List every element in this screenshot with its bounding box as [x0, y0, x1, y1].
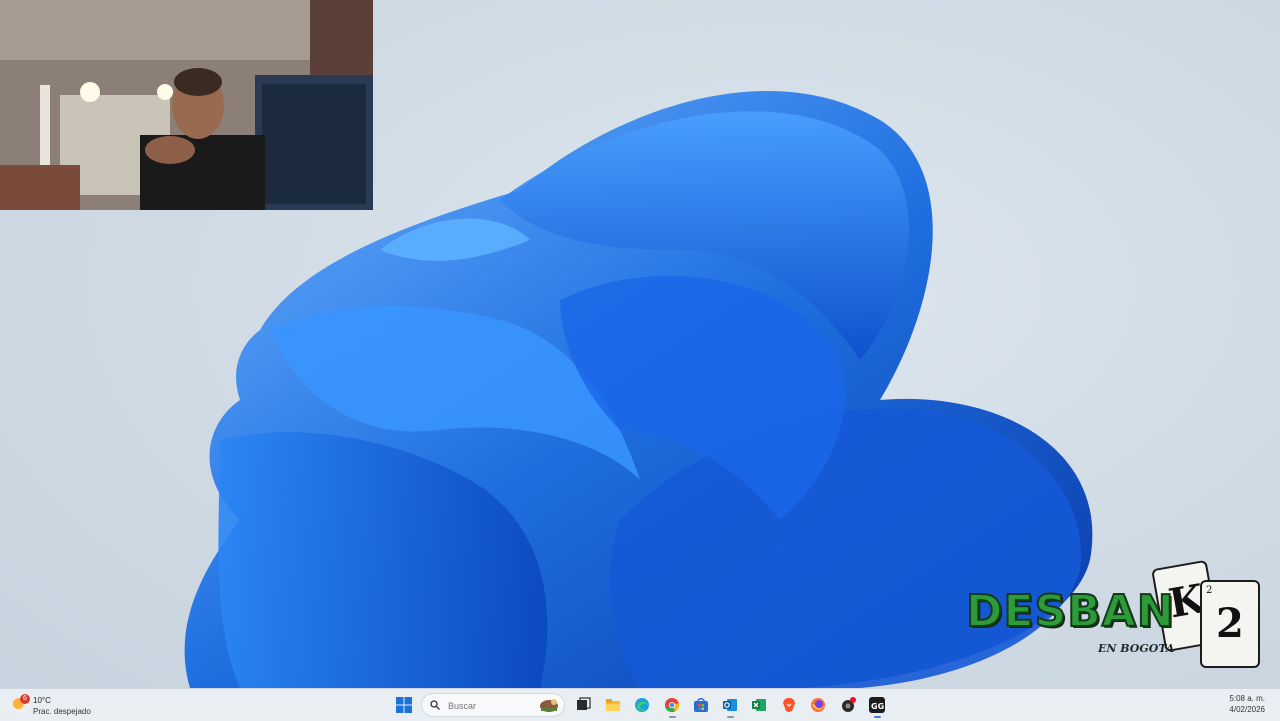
running-indicator [727, 716, 734, 718]
running-indicator [669, 716, 676, 718]
search-icon [430, 700, 440, 710]
weather-widget[interactable]: 6 10°C Prac. despejado [12, 692, 122, 718]
app-record-icon[interactable] [840, 697, 856, 713]
store-icon[interactable] [693, 697, 709, 713]
weather-description: Prac. despejado [33, 707, 91, 716]
task-view-icon[interactable] [575, 697, 591, 713]
search-highlight-icon [540, 699, 558, 712]
watermark-title: DESBAN [965, 585, 1175, 638]
active-indicator [874, 716, 881, 718]
svg-text:GG: GG [871, 702, 884, 711]
windows-start-icon[interactable] [396, 697, 412, 713]
edge-icon[interactable] [634, 697, 650, 713]
webcam-image [0, 0, 373, 210]
search-input[interactable] [446, 698, 530, 714]
notification-badge: 6 [20, 694, 30, 704]
chrome-icon[interactable] [664, 697, 680, 718]
watermark-subtitle: EN BOGOTA [1098, 642, 1175, 655]
taskbar: 6 10°C Prac. despejado Buscar GG 5:08 a.… [0, 688, 1280, 721]
outlook-icon[interactable] [722, 697, 738, 718]
file-explorer-icon[interactable] [605, 697, 621, 713]
clock-time: 5:08 a. m. [1229, 694, 1265, 703]
watermark-logo: K 2 2 DESBAN EN BOGOTA [962, 559, 1262, 670]
weather-temperature: 10°C [33, 696, 51, 705]
playing-card-2: 2 2 [1200, 580, 1260, 668]
system-clock[interactable]: 5:08 a. m. 4/02/2026 [1229, 693, 1265, 715]
webcam-overlay [0, 0, 373, 210]
excel-icon[interactable] [751, 697, 767, 713]
brave-icon[interactable] [781, 697, 797, 713]
card-2-rank: 2 [1216, 600, 1244, 647]
card-2-corner: 2 [1206, 585, 1213, 596]
gg-app-icon[interactable]: GG [869, 697, 885, 718]
clock-date: 4/02/2026 [1229, 705, 1265, 714]
firefox-icon[interactable] [810, 697, 826, 713]
search-box[interactable] [421, 693, 565, 717]
